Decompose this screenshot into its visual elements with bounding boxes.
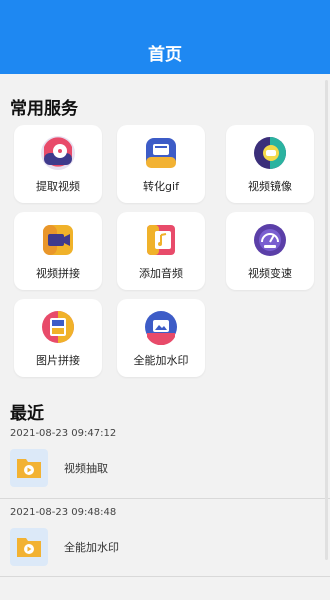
service-video-speed[interactable]: 视频变速 — [226, 212, 314, 290]
scrollbar[interactable] — [325, 80, 328, 560]
service-label: 视频拼接 — [36, 267, 80, 280]
divider — [0, 576, 330, 577]
recent-item[interactable]: 视频抽取 — [0, 441, 330, 495]
speedometer-icon — [254, 224, 286, 256]
recent-item[interactable]: 全能加水印 — [0, 520, 330, 574]
recent-item-name: 全能加水印 — [64, 541, 119, 554]
mirror-icon — [254, 137, 286, 169]
service-gif-convert[interactable]: 转化gif — [117, 125, 205, 203]
recent-section-title: 最近 — [10, 404, 44, 424]
recent-timestamp: 2021-08-23 09:47:12 — [10, 428, 117, 439]
service-video-mirror[interactable]: 视频镜像 — [226, 125, 314, 203]
gif-convert-icon — [146, 138, 176, 168]
folder-icon — [10, 528, 48, 566]
service-label: 提取视频 — [36, 180, 80, 193]
recent-item-name: 视频抽取 — [64, 462, 108, 475]
service-video-merge[interactable]: 视频拼接 — [14, 212, 102, 290]
service-extract-video[interactable]: 提取视频 — [14, 125, 102, 203]
folder-icon — [10, 449, 48, 487]
photo-collage-icon — [42, 311, 74, 343]
watermark-image-icon — [145, 311, 177, 345]
top-app-bar: 首页 — [0, 0, 330, 74]
service-watermark[interactable]: 全能加水印 — [117, 299, 205, 377]
recent-timestamp: 2021-08-23 09:48:48 — [10, 507, 117, 518]
service-label: 图片拼接 — [36, 354, 80, 367]
service-label: 转化gif — [143, 180, 179, 193]
video-camera-icon — [43, 225, 73, 255]
film-reel-icon — [41, 136, 75, 170]
service-label: 视频镜像 — [248, 180, 292, 193]
service-label: 全能加水印 — [133, 354, 189, 367]
service-label: 视频变速 — [248, 267, 292, 280]
services-section-title: 常用服务 — [10, 99, 78, 119]
add-audio-icon — [147, 225, 175, 255]
page-title: 首页 — [148, 45, 182, 65]
service-photo-collage[interactable]: 图片拼接 — [14, 299, 102, 377]
service-add-audio[interactable]: 添加音频 — [117, 212, 205, 290]
divider — [0, 498, 330, 499]
service-label: 添加音频 — [139, 267, 183, 280]
